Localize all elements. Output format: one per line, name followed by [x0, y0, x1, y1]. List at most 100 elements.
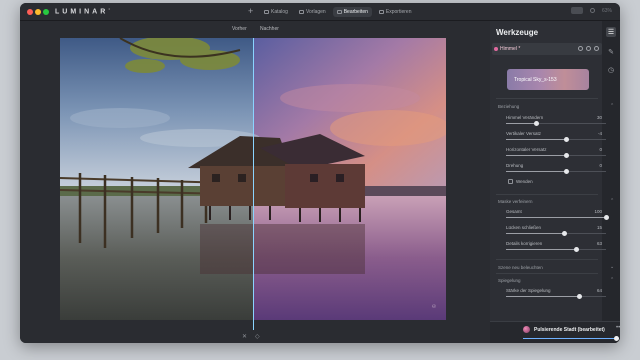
zoom-window-button[interactable]: [43, 9, 49, 15]
slider-fill: [506, 217, 606, 218]
info-icon[interactable]: [586, 46, 591, 51]
section-beziehung[interactable]: Beziehung: [498, 104, 519, 109]
slider-label: Details korrigieren: [506, 241, 543, 246]
slider-value[interactable]: -4: [592, 131, 602, 136]
chevron-up-icon[interactable]: ⌃: [610, 277, 614, 283]
swap-compare-icon[interactable]: ◇: [255, 333, 260, 340]
slider-track[interactable]: [506, 231, 606, 236]
slider-knob[interactable]: [573, 247, 579, 252]
separator: [496, 98, 598, 99]
main-nav: Katalog Vorlagen Bearbeiten Exportieren: [260, 7, 415, 17]
preset-amount-slider[interactable]: [523, 336, 619, 341]
slider-knob[interactable]: [533, 121, 539, 126]
before-label: Vorher: [232, 26, 247, 32]
sky-preset-name: Tropical Sky_s-153: [514, 77, 557, 83]
slider-fill: [506, 171, 566, 172]
flip-checkbox[interactable]: [508, 179, 513, 184]
slider-label: Drehung: [506, 163, 524, 168]
app-window: LUMINAR4 + Katalog Vorlagen Bearbeiten E…: [20, 3, 620, 343]
templates-icon: [298, 10, 304, 14]
slider-track[interactable]: [506, 215, 609, 220]
slider-track[interactable]: [506, 247, 606, 252]
slider-value[interactable]: 100: [592, 209, 602, 214]
section-spiegelung[interactable]: Spiegelung: [498, 278, 521, 283]
preset-amount-knob[interactable]: [614, 336, 619, 341]
slider-knob[interactable]: [563, 137, 569, 142]
canvas-area: Vorher Nachher © ✕ ◇: [20, 21, 490, 343]
slider-track[interactable]: [506, 169, 606, 174]
slider-track[interactable]: [506, 137, 606, 142]
slider-fill: [506, 233, 564, 234]
slider-label: Himmel Verändern: [506, 115, 544, 120]
slider-fill: [506, 296, 579, 297]
nav-katalog[interactable]: Katalog: [260, 7, 292, 17]
slider-value[interactable]: 63: [592, 241, 602, 246]
titlebar-tools: 63%: [570, 7, 612, 14]
chevron-up-icon[interactable]: ⌃: [610, 103, 614, 109]
slider-label: Horizontaler Versatz: [506, 147, 547, 152]
chevron-down-icon[interactable]: ⌄: [610, 264, 614, 270]
slider-value[interactable]: 0: [592, 147, 602, 152]
chevron-up-icon[interactable]: ⌃: [610, 198, 614, 204]
preset-bar: Pulsierende Stadt (bearbeitet) •••: [490, 321, 620, 343]
title-bar: LUMINAR4 + Katalog Vorlagen Bearbeiten E…: [20, 3, 620, 21]
catalog-icon: [264, 10, 269, 14]
slider-fill: [506, 155, 566, 156]
after-label: Nachher: [260, 26, 279, 32]
before-after-divider[interactable]: [253, 38, 254, 330]
sky-preset-selector[interactable]: Tropical Sky_s-153: [507, 69, 589, 90]
history-icon[interactable]: ◷: [606, 65, 616, 75]
close-compare-icon[interactable]: ✕: [242, 333, 247, 340]
preset-name[interactable]: Pulsierende Stadt (bearbeitet): [534, 327, 605, 333]
more-options-icon[interactable]: •••: [616, 325, 620, 331]
panel-side-strip: ☰ ✎ ◷: [602, 21, 620, 343]
slider-fill: [506, 139, 566, 140]
slider-value[interactable]: 30: [592, 115, 602, 120]
info-icon[interactable]: [589, 8, 595, 13]
slider-knob[interactable]: [576, 294, 582, 299]
slider-value[interactable]: 64: [592, 288, 602, 293]
flip-label: Wenden: [516, 179, 533, 184]
preset-amount-fill: [523, 338, 619, 339]
nav-label: Katalog: [271, 9, 288, 15]
layer-name: Himmel *: [500, 46, 521, 52]
section-maske[interactable]: Maske verfeinern: [498, 199, 533, 204]
separator: [496, 259, 598, 260]
slider-track[interactable]: [506, 153, 606, 158]
nav-bearbeiten[interactable]: Bearbeiten: [332, 7, 372, 17]
slider-value[interactable]: 15: [592, 225, 602, 230]
slider-value[interactable]: 0: [592, 163, 602, 168]
close-window-button[interactable]: [27, 9, 33, 15]
slider-knob[interactable]: [563, 169, 569, 174]
slider-label: Vertikaler Versatz: [506, 131, 542, 136]
nav-label: Bearbeiten: [343, 9, 368, 15]
svg-text:©: ©: [431, 304, 438, 308]
slider-knob[interactable]: [603, 215, 609, 220]
section-szene[interactable]: Szene neu beleuchten: [498, 265, 543, 270]
compare-toggle[interactable]: [570, 7, 583, 14]
nav-exportieren[interactable]: Exportieren: [375, 7, 416, 17]
sliders-icon[interactable]: ☰: [606, 27, 616, 37]
separator: [496, 194, 598, 195]
reset-icon[interactable]: [578, 46, 583, 51]
canvas-bottom-icons: ✕ ◇: [242, 333, 260, 340]
brush-icon[interactable]: ✎: [606, 47, 616, 57]
add-image-icon[interactable]: +: [248, 6, 253, 16]
layer-header[interactable]: Himmel *: [492, 43, 602, 55]
slider-knob[interactable]: [561, 231, 567, 236]
zoom-level[interactable]: 63%: [602, 8, 612, 14]
slider-track[interactable]: [506, 121, 606, 126]
slider-label: Stärke der Spiegelung: [506, 288, 551, 293]
slider-fill: [506, 249, 576, 250]
nav-vorlagen[interactable]: Vorlagen: [295, 7, 330, 17]
panel-title: Werkzeuge: [496, 28, 539, 37]
nav-label: Vorlagen: [305, 9, 326, 15]
preset-icon: [523, 326, 530, 333]
toggle-icon[interactable]: [594, 46, 599, 51]
layer-tools: [578, 46, 599, 51]
nav-label: Exportieren: [385, 9, 412, 15]
slider-knob[interactable]: [563, 153, 569, 158]
app-logo: LUMINAR4: [55, 7, 110, 16]
minimize-window-button[interactable]: [35, 9, 41, 15]
slider-track[interactable]: [506, 294, 606, 299]
